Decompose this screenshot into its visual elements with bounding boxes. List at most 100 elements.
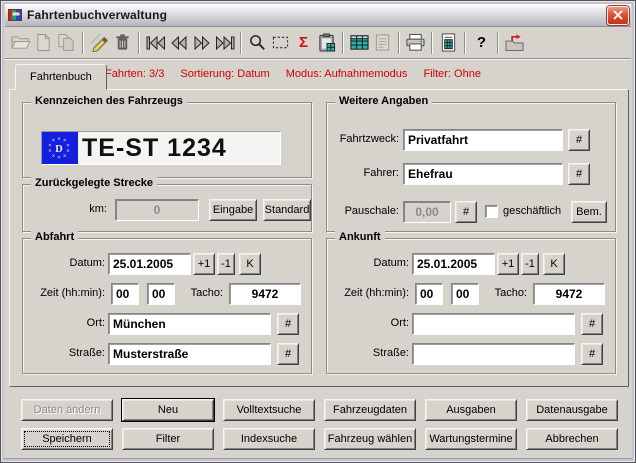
tab-row: Fahrtenbuch Fahrten: 3/3 Sortierung: Dat… [5,59,631,89]
svg-text:×: × [52,138,55,144]
svg-text:×: × [48,149,51,155]
neu-button[interactable]: Neu [122,399,214,421]
pauschale-label: Pauschale: [331,205,399,217]
fahrtzweck-field[interactable]: Privatfahrt [403,129,563,151]
abbrechen-button[interactable]: Abbrechen [526,428,618,450]
ankunft-strasse-lookup-button[interactable]: # [581,343,603,365]
next-record-icon[interactable] [190,31,213,55]
ankunft-strasse-label: Straße: [331,347,409,359]
abfahrt-stunde-field[interactable]: 00 [111,283,139,305]
copy-icon[interactable] [55,31,78,55]
tab-label: Fahrtenbuch [30,71,92,83]
paste-icon[interactable] [315,31,338,55]
selection-icon[interactable] [269,31,292,55]
fahrer-lookup-button[interactable]: # [568,163,590,185]
group-weitere-title: Weitere Angaben [335,95,432,107]
ankunft-datum-field[interactable]: 25.01.2005 [412,253,495,275]
calculator-icon[interactable] [437,31,460,55]
svg-text:×: × [63,153,66,159]
group-strecke-title: Zurückgelegte Strecke [31,177,157,189]
status-fahrten: Fahrten: 3/3 [105,68,164,80]
close-button[interactable] [607,6,629,25]
status-filter: Filter: Ohne [423,68,480,80]
ankunft-stunde-field[interactable]: 00 [415,283,443,305]
ankunft-minute-field[interactable]: 00 [451,283,479,305]
abfahrt-ort-field[interactable]: München [108,313,271,335]
abfahrt-plus1-button[interactable]: +1 [193,253,215,275]
license-plate: × × × × × × × × × × D TE-ST 1234 [41,131,281,165]
search-icon[interactable] [246,31,269,55]
titlebar[interactable]: Fahrtenbuchverwaltung [5,4,631,27]
fahrzeugdaten-button[interactable]: Fahrzeugdaten [324,399,416,421]
group-abfahrt-title: Abfahrt [31,231,78,243]
abfahrt-ort-label: Ort: [27,317,105,329]
main-panel: Kennzeichen des Fahrzeugs × × × × × × × … [9,89,629,387]
ankunft-ort-label: Ort: [331,317,409,329]
new-document-icon[interactable] [32,31,55,55]
indexsuche-button[interactable]: Indexsuche [223,428,315,450]
fahrer-label: Fahrer: [331,167,399,179]
fahrzeug-waehlen-button[interactable]: Fahrzeug wählen [324,428,416,450]
filter-button[interactable]: Filter [122,428,214,450]
abfahrt-strasse-field[interactable]: Musterstraße [108,343,271,365]
ankunft-plus1-button[interactable]: +1 [497,253,519,275]
table-view-icon[interactable] [348,31,371,55]
eingabe-button[interactable]: Eingabe [209,199,257,221]
ankunft-minus1-button[interactable]: -1 [521,253,539,275]
svg-text:×: × [66,149,69,155]
print-icon[interactable] [404,31,427,55]
datenausgabe-button[interactable]: Datenausgabe [526,399,618,421]
toolbar: Σ ? [5,27,631,59]
wartungstermine-button[interactable]: Wartungstermine [425,428,517,450]
tab-fahrtenbuch[interactable]: Fahrtenbuch [15,64,107,90]
status-modus: Modus: Aufnahmemodus [286,68,408,80]
app-window: Fahrtenbuchverwaltung [0,0,636,463]
abfahrt-ort-lookup-button[interactable]: # [277,313,299,335]
first-record-icon[interactable] [144,31,167,55]
abfahrt-minus1-button[interactable]: -1 [217,253,235,275]
abfahrt-strasse-lookup-button[interactable]: # [277,343,299,365]
ausgaben-button[interactable]: Ausgaben [425,399,517,421]
toolbar-separator [497,32,499,54]
ankunft-datum-label: Datum: [331,257,409,269]
exit-icon[interactable] [503,31,526,55]
fahrer-field[interactable]: Ehefrau [403,163,563,185]
plate-number: TE-ST 1234 [78,132,280,164]
toolbar-separator [398,32,400,54]
bemerkung-button[interactable]: Bem. [571,201,607,223]
ankunft-zeit-label: Zeit (hh:min): [331,287,409,299]
last-record-icon[interactable] [213,31,236,55]
pauschale-lookup-button[interactable]: # [455,201,477,223]
report-icon[interactable] [371,31,394,55]
geschaeftlich-checkbox[interactable] [485,205,498,218]
ankunft-strasse-field[interactable] [412,343,575,365]
open-icon[interactable] [9,31,32,55]
previous-record-icon[interactable] [167,31,190,55]
delete-icon[interactable] [111,31,134,55]
abfahrt-zeit-label: Zeit (hh:min): [27,287,105,299]
abfahrt-datum-label: Datum: [27,257,105,269]
group-weitere: Weitere Angaben Fahrtzweck: Privatfahrt … [326,102,616,232]
status-line: Fahrten: 3/3 Sortierung: Datum Modus: Au… [105,68,494,80]
group-strecke: Zurückgelegte Strecke km: 0 Eingabe Stan… [22,184,312,232]
toolbar-separator [464,32,466,54]
group-ankunft-title: Ankunft [335,231,385,243]
ankunft-ort-lookup-button[interactable]: # [581,313,603,335]
abfahrt-kalender-button[interactable]: K [239,253,261,275]
abfahrt-minute-field[interactable]: 00 [147,283,175,305]
ankunft-kalender-button[interactable]: K [543,253,565,275]
fahrtzweck-lookup-button[interactable]: # [568,129,590,151]
edit-icon[interactable] [88,31,111,55]
fahrtzweck-label: Fahrtzweck: [331,133,399,145]
abfahrt-tacho-field[interactable]: 9472 [229,283,301,305]
ankunft-ort-field[interactable] [412,313,575,335]
abfahrt-datum-field[interactable]: 25.01.2005 [108,253,191,275]
app-icon [7,7,23,23]
speichern-button[interactable]: Speichern [21,428,113,450]
sum-icon[interactable]: Σ [292,31,315,55]
ankunft-tacho-field[interactable]: 9472 [533,283,605,305]
standard-button[interactable]: Standard [263,199,311,221]
help-icon[interactable]: ? [470,31,493,55]
group-kennzeichen-title: Kennzeichen des Fahrzeugs [31,95,187,107]
volltextsuche-button[interactable]: Volltextsuche [223,399,315,421]
